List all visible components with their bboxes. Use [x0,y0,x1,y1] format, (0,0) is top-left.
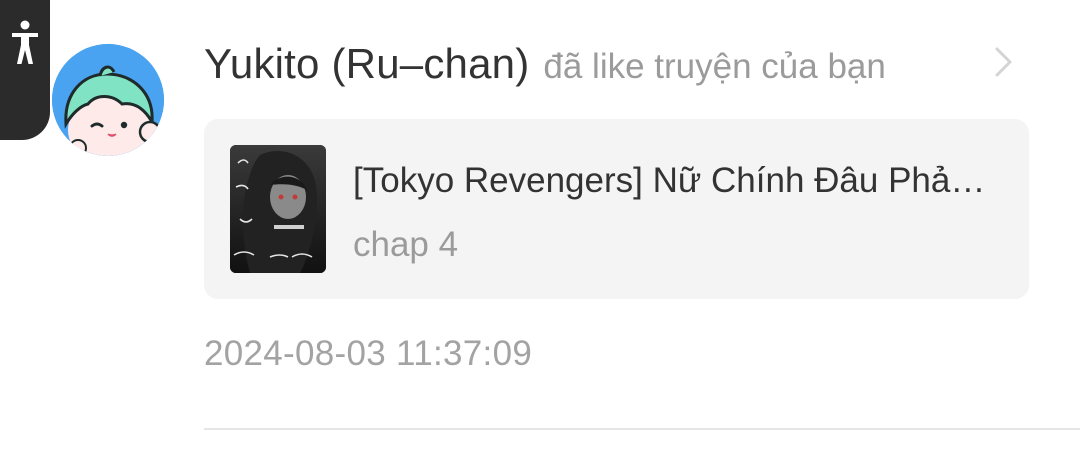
user-avatar[interactable] [52,44,164,156]
chevron-right-icon[interactable] [986,44,1022,80]
chapter-label: chap 4 [353,225,459,264]
accessibility-person-icon [12,20,38,64]
cover-illustration [230,145,326,273]
notification-page: Yukito (Ru–chan) đã like truyện của bạn [0,0,1080,452]
story-cover-image [230,145,326,273]
notification-header: Yukito (Ru–chan) đã like truyện của bạn [204,40,886,92]
notification-timestamp: 2024-08-03 11:37:09 [204,334,533,373]
user-name-link[interactable]: Yukito (Ru–chan) [204,40,529,88]
accessibility-button[interactable] [0,0,50,140]
list-divider [204,428,1080,430]
story-card[interactable]: [Tokyo Revengers] Nữ Chính Đâu Phả… chap… [204,119,1029,299]
story-title[interactable]: [Tokyo Revengers] Nữ Chính Đâu Phả… [353,161,1013,201]
action-text: đã like truyện của bạn [543,47,886,86]
avatar-illustration [52,44,164,156]
